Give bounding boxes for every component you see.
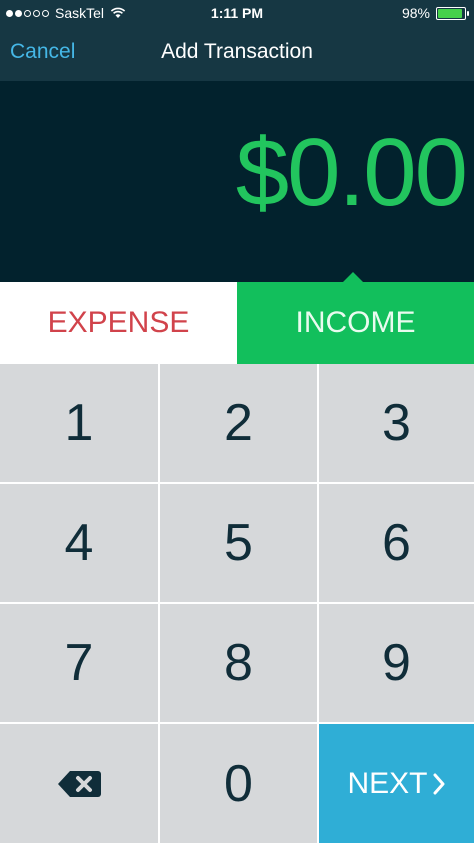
key-1[interactable]: 1	[0, 364, 158, 482]
keypad: 1 2 3 4 5 6 7 8 9 0 NEXT	[0, 364, 474, 843]
amount-display: $0.00	[0, 81, 474, 282]
nav-bar: Cancel Add Transaction	[0, 26, 474, 81]
battery-percent: 98%	[401, 5, 430, 21]
expense-tab[interactable]: EXPENSE	[0, 282, 237, 364]
key-0[interactable]: 0	[160, 724, 317, 843]
page-title: Add Transaction	[161, 40, 313, 63]
income-tab[interactable]: INCOME	[237, 282, 474, 364]
key-4[interactable]: 4	[0, 484, 158, 602]
transaction-type-toggle: EXPENSE INCOME	[0, 282, 474, 364]
status-right: 98%	[401, 5, 469, 21]
amount-value: $0.00	[235, 119, 468, 226]
chevron-right-icon	[433, 773, 444, 794]
next-content: NEXT	[347, 767, 445, 801]
key-7[interactable]: 7	[0, 604, 158, 722]
backspace-icon	[58, 770, 101, 797]
backspace-key[interactable]	[0, 724, 158, 843]
key-9[interactable]: 9	[319, 604, 474, 722]
key-3[interactable]: 3	[319, 364, 474, 482]
key-2[interactable]: 2	[160, 364, 317, 482]
status-bar: SaskTel 1:11 PM 98%	[0, 0, 474, 26]
battery-icon	[436, 6, 469, 20]
key-8[interactable]: 8	[160, 604, 317, 722]
next-button[interactable]: NEXT	[319, 724, 474, 843]
key-5[interactable]: 5	[160, 484, 317, 602]
next-label: NEXT	[347, 766, 428, 800]
selection-pointer	[343, 272, 363, 282]
key-6[interactable]: 6	[319, 484, 474, 602]
